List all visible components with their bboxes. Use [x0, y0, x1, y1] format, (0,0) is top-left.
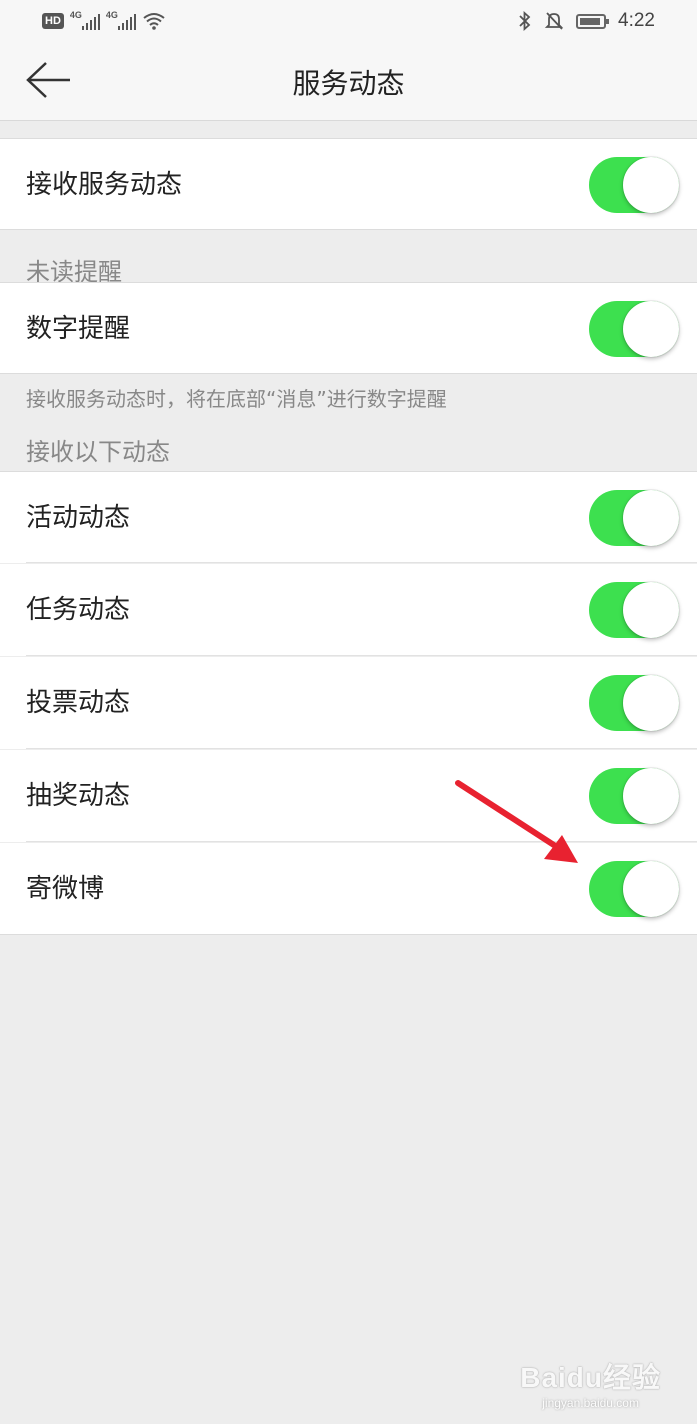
watermark-sub: jingyan.baidu.com	[542, 1396, 639, 1410]
signal-tag: 4G	[105, 10, 118, 20]
watermark: Baidu经验 jingyan.baidu.com	[520, 1356, 661, 1410]
bell-off-icon	[544, 12, 564, 30]
row-label: 活动动态	[26, 503, 131, 533]
lottery-updates-toggle[interactable]	[589, 768, 679, 824]
list-item: 抽奖动态	[0, 750, 697, 842]
toggle-knob	[623, 675, 679, 731]
divider	[26, 562, 697, 563]
status-bar: HD 4G 4G 4:22	[0, 0, 697, 44]
hd-badge: HD	[42, 13, 64, 29]
divider	[26, 655, 697, 656]
page-title: 服务动态	[292, 67, 405, 100]
task-updates-toggle[interactable]	[589, 582, 679, 638]
signal-icon: 4G	[69, 10, 100, 30]
row-label: 投票动态	[26, 688, 131, 718]
toggle-knob	[623, 768, 679, 824]
receive-service-updates-row: 接收服务动态	[0, 138, 697, 230]
row-label: 任务动态	[26, 595, 131, 625]
signal-tag: 4G	[69, 10, 82, 20]
list-item: 寄微博	[0, 843, 697, 935]
toggle-knob	[623, 490, 679, 546]
nav-bar: 服务动态	[0, 44, 697, 121]
number-reminder-hint: 接收服务动态时，将在底部“消息”进行数字提醒	[26, 387, 447, 411]
divider	[26, 748, 697, 749]
watermark-main: Baidu经验	[520, 1362, 661, 1393]
section-title-receive: 接收以下动态	[26, 438, 170, 466]
status-time: 4:22	[618, 10, 655, 31]
list-item: 任务动态	[0, 564, 697, 656]
battery-icon	[576, 13, 610, 29]
divider	[26, 841, 697, 842]
toggle-knob	[623, 157, 679, 213]
number-reminder-toggle[interactable]	[589, 301, 679, 357]
row-label: 寄微博	[26, 874, 105, 904]
status-left: HD 4G 4G	[42, 10, 166, 30]
list-item: 投票动态	[0, 657, 697, 749]
toggle-knob	[623, 861, 679, 917]
row-label: 接收服务动态	[26, 170, 183, 200]
bluetooth-icon	[519, 11, 531, 31]
receive-service-updates-toggle[interactable]	[589, 157, 679, 213]
signal-icon: 4G	[105, 10, 136, 30]
activity-updates-toggle[interactable]	[589, 490, 679, 546]
toggle-knob	[623, 301, 679, 357]
status-right: 4:22	[518, 10, 655, 32]
row-label: 数字提醒	[26, 314, 131, 344]
annotation-arrow-icon	[455, 780, 578, 863]
send-weibo-toggle[interactable]	[589, 861, 679, 917]
row-label: 抽奖动态	[26, 781, 131, 811]
wifi-icon	[143, 13, 165, 30]
list-item: 活动动态	[0, 471, 697, 563]
toggle-knob	[623, 582, 679, 638]
vote-updates-toggle[interactable]	[589, 675, 679, 731]
number-reminder-row: 数字提醒	[0, 282, 697, 374]
